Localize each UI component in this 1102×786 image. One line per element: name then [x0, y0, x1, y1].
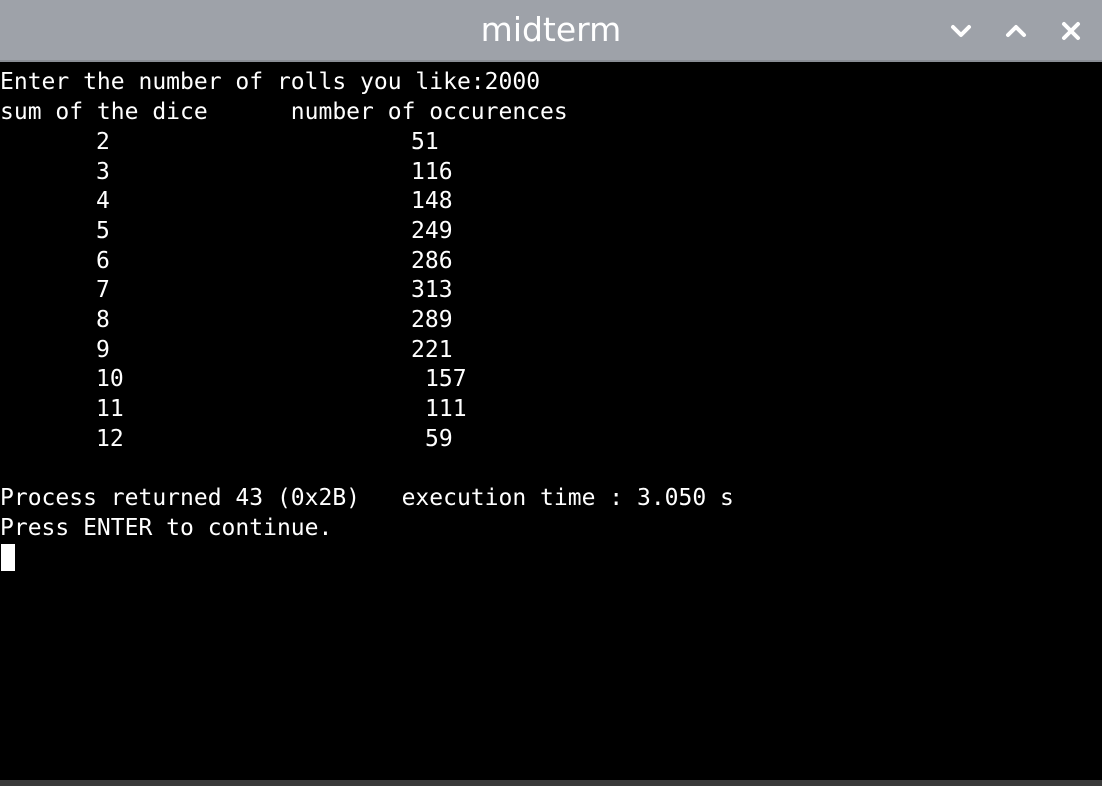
occurrence-count: 116	[411, 159, 453, 185]
occurrence-count: 59	[425, 426, 453, 452]
dice-sum: 3	[96, 159, 110, 185]
occurrence-count: 221	[411, 337, 453, 363]
dice-sum: 4	[96, 188, 110, 214]
title-bar[interactable]: midterm	[0, 0, 1102, 62]
terminal-output[interactable]: Enter the number of rolls you like:2000 …	[0, 62, 1102, 780]
occurrence-count: 157	[425, 366, 467, 392]
close-icon	[1061, 21, 1081, 41]
dice-sum: 10	[96, 366, 124, 392]
dice-sum: 7	[96, 277, 110, 303]
continue-prompt-line: Press ENTER to continue.	[0, 515, 333, 541]
maximize-button[interactable]	[998, 13, 1034, 49]
window-title: midterm	[480, 10, 622, 49]
terminal-window: midterm Enter the number of rolls you li…	[0, 0, 1102, 786]
dice-sum: 11	[96, 396, 124, 422]
occurrence-count: 51	[411, 129, 439, 155]
prompt-line: Enter the number of rolls you like:2000	[0, 69, 541, 95]
occurrence-count: 289	[411, 307, 453, 333]
dice-sum: 5	[96, 218, 110, 244]
occurrence-count: 313	[411, 277, 453, 303]
table-header-line: sum of the dice number of occurences	[0, 99, 568, 125]
occurrence-count: 249	[411, 218, 453, 244]
occurrence-count: 286	[411, 248, 453, 274]
dice-sum: 8	[96, 307, 110, 333]
dice-sum: 6	[96, 248, 110, 274]
occurrence-count: 148	[411, 188, 453, 214]
dice-sum: 2	[96, 129, 110, 155]
dice-sum: 12	[96, 426, 124, 452]
window-bottom-border	[0, 780, 1102, 786]
close-button[interactable]	[1053, 13, 1089, 49]
chevron-down-icon	[950, 24, 972, 38]
text-cursor	[1, 544, 15, 571]
minimize-button[interactable]	[943, 13, 979, 49]
occurrence-count: 111	[425, 396, 467, 422]
dice-sum: 9	[96, 337, 110, 363]
process-status-line: Process returned 43 (0x2B) execution tim…	[0, 485, 734, 511]
chevron-up-icon	[1005, 24, 1027, 38]
